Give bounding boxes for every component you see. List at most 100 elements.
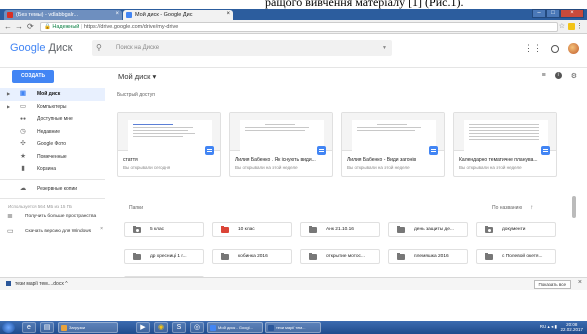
drive-favicon-icon xyxy=(126,12,132,18)
sidebar-item-trash[interactable]: ▮ Корзина xyxy=(0,163,105,176)
browser-tab-bar: (Без темы) - vdlabbgalr... × Мой диск - … xyxy=(0,9,587,20)
sidebar-item-recent[interactable]: ◷ Недавние xyxy=(0,126,105,139)
tab-drive[interactable]: Мой диск - Google Дис × xyxy=(123,10,233,20)
clock-date: 22.02.2017 xyxy=(560,327,583,332)
folder-item[interactable]: с Полевой окетя... xyxy=(476,249,556,264)
quick-access-card[interactable]: Лилия Бабенко . Як існують види... Вы от… xyxy=(229,112,333,177)
folder-icon xyxy=(309,225,317,233)
get-more-storage-link[interactable]: ≣ Получить больше пространства xyxy=(0,212,105,227)
sidebar-item-label: Корзина xyxy=(37,166,57,172)
docs-icon xyxy=(317,146,326,155)
scrollbar[interactable] xyxy=(572,196,576,218)
avatar[interactable] xyxy=(568,43,579,54)
folder-item[interactable]: документи xyxy=(476,222,556,237)
download-item[interactable]: тези марії тем....docx ^ xyxy=(6,281,68,287)
folder-item[interactable]: Анк 21.10.16 xyxy=(300,222,380,237)
page-title[interactable]: Мой диск ▾ xyxy=(118,72,156,81)
media-player-icon[interactable]: ▶ xyxy=(136,322,150,333)
sidebar-item-label: Резервные копии xyxy=(37,185,78,192)
sidebar-item-photos[interactable]: ✣ Google Фото xyxy=(0,138,105,151)
divider xyxy=(0,198,105,199)
folder-icon xyxy=(221,225,229,233)
sidebar-item-shared[interactable]: ●● Доступные мне xyxy=(0,113,105,126)
quick-access-card[interactable]: стаття Вы открывали сегодня xyxy=(117,112,221,177)
tab-close-icon[interactable]: × xyxy=(226,11,230,17)
sidebar-item-label: Компьютеры xyxy=(37,103,67,110)
sort-control[interactable]: По названию ↑ xyxy=(492,205,533,211)
search-options-icon[interactable]: ▼ xyxy=(382,40,387,56)
skype-icon[interactable]: S xyxy=(172,322,186,333)
shared-folder-icon xyxy=(133,225,141,233)
folder-item[interactable]: кобинка 2016 xyxy=(212,249,292,264)
download-windows-label: Скачать версию для Windows xyxy=(25,229,92,234)
browser-menu-icon[interactable]: ⋮ xyxy=(576,22,583,30)
reload-icon[interactable]: ⟳ xyxy=(27,22,34,31)
expand-arrow-icon[interactable]: ▶ xyxy=(7,88,10,101)
file-name: Лилия Бабенко - Види загонів xyxy=(347,157,417,163)
folder-item[interactable]: 10 клас xyxy=(212,222,292,237)
list-view-icon[interactable]: ≡ xyxy=(542,72,546,80)
drive-icon: ▣ xyxy=(19,90,27,97)
minimize-icon[interactable]: – xyxy=(532,9,546,18)
apps-grid-icon[interactable]: ⋮⋮ xyxy=(524,43,542,54)
sort-arrow-icon[interactable]: ↑ xyxy=(530,205,533,211)
app-icon[interactable]: ◉ xyxy=(154,322,168,333)
lock-icon: 🔒 xyxy=(44,24,51,30)
download-windows-link[interactable]: ▭ Скачать версию для Windows × xyxy=(0,227,105,242)
secure-label: Надежный xyxy=(52,24,80,30)
extension-icon[interactable] xyxy=(568,23,575,30)
bookmark-star-icon[interactable]: ☆ xyxy=(559,22,565,30)
close-download-bar-icon[interactable]: × xyxy=(578,279,582,286)
quick-access-card[interactable]: Лилия Бабенко - Види загонів Вы открывал… xyxy=(341,112,445,177)
taskbar-item-chrome[interactable]: Мой диск - Googl... xyxy=(207,322,263,333)
url-text: https://drive.google.com/drive/my-drive xyxy=(83,24,179,30)
folder-item[interactable]: др хресниці 1 г... xyxy=(124,249,204,264)
download-bar: тези марії тем....docx ^ Показать все × xyxy=(0,277,587,290)
dismiss-icon[interactable]: × xyxy=(100,227,103,232)
taskbar: e ▤ Загрузки ▶ ◉ S ◎ Мой диск - Googl...… xyxy=(0,321,587,334)
expand-arrow-icon[interactable]: ▶ xyxy=(7,101,10,114)
show-all-button[interactable]: Показать все xyxy=(533,280,571,289)
monitor-icon: ▭ xyxy=(7,228,14,235)
forward-icon[interactable]: → xyxy=(15,22,23,31)
quick-access-card[interactable]: Календарно тематичне планува... Вы откры… xyxy=(453,112,557,177)
folder-item[interactable]: день защиты де... xyxy=(388,222,468,237)
close-window-icon[interactable]: × xyxy=(560,9,584,18)
sidebar-item-my-drive[interactable]: ▶ ▣ Мой диск xyxy=(0,88,105,101)
ie-icon[interactable]: e xyxy=(22,322,36,333)
clock[interactable]: 20:08 22.02.2017 xyxy=(560,322,583,332)
sidebar-item-computers[interactable]: ▶ ▭ Компьютеры xyxy=(0,101,105,114)
sidebar-item-starred[interactable]: ★ Помеченные xyxy=(0,151,105,164)
sidebar-item-backups[interactable]: ☁ Резервные копии xyxy=(0,183,105,196)
back-icon[interactable]: ← xyxy=(4,22,12,31)
start-button[interactable] xyxy=(2,322,15,333)
folder-item[interactable]: открытие мотос... xyxy=(300,249,380,264)
google-drive-logo[interactable]: Google Диск xyxy=(10,42,72,54)
folder-item[interactable]: племяшка 2016 xyxy=(388,249,468,264)
url-input[interactable]: 🔒 Надежный | https://drive.google.com/dr… xyxy=(40,22,558,32)
folder-item[interactable]: 5 клас xyxy=(124,222,204,237)
explorer-icon[interactable]: ▤ xyxy=(40,322,54,333)
trash-icon: ▮ xyxy=(21,165,25,172)
taskbar-item-downloads[interactable]: Загрузки xyxy=(58,322,118,333)
mail-favicon-icon xyxy=(7,12,13,18)
maximize-icon[interactable]: □ xyxy=(546,9,560,18)
chrome-icon[interactable]: ◎ xyxy=(190,322,204,333)
notifications-icon[interactable] xyxy=(551,44,559,53)
tab-mail-label: (Без темы) - vdlabbgalr... xyxy=(16,12,79,18)
tab-close-icon[interactable]: × xyxy=(115,11,119,17)
folder-icon xyxy=(397,225,405,233)
settings-gear-icon[interactable]: ⚙ xyxy=(571,72,577,80)
search-input[interactable]: ⚲ Поиск на Диске ▼ xyxy=(92,40,392,56)
search-icon[interactable]: ⚲ xyxy=(96,40,102,56)
shared-folder-icon xyxy=(485,225,493,233)
tab-mail[interactable]: (Без темы) - vdlabbgalr... × xyxy=(4,10,122,20)
sidebar-item-label: Доступные мне xyxy=(37,116,73,122)
folder-name: день защиты де... xyxy=(414,227,454,232)
download-menu-icon[interactable]: ^ xyxy=(65,281,67,287)
taskbar-item-word[interactable]: тези марії тем... xyxy=(265,322,321,333)
folder-icon xyxy=(485,252,493,260)
info-icon[interactable]: i xyxy=(554,72,562,79)
language-indicator[interactable]: RU xyxy=(540,324,547,329)
create-button[interactable]: СОЗДАТЬ xyxy=(12,70,54,83)
